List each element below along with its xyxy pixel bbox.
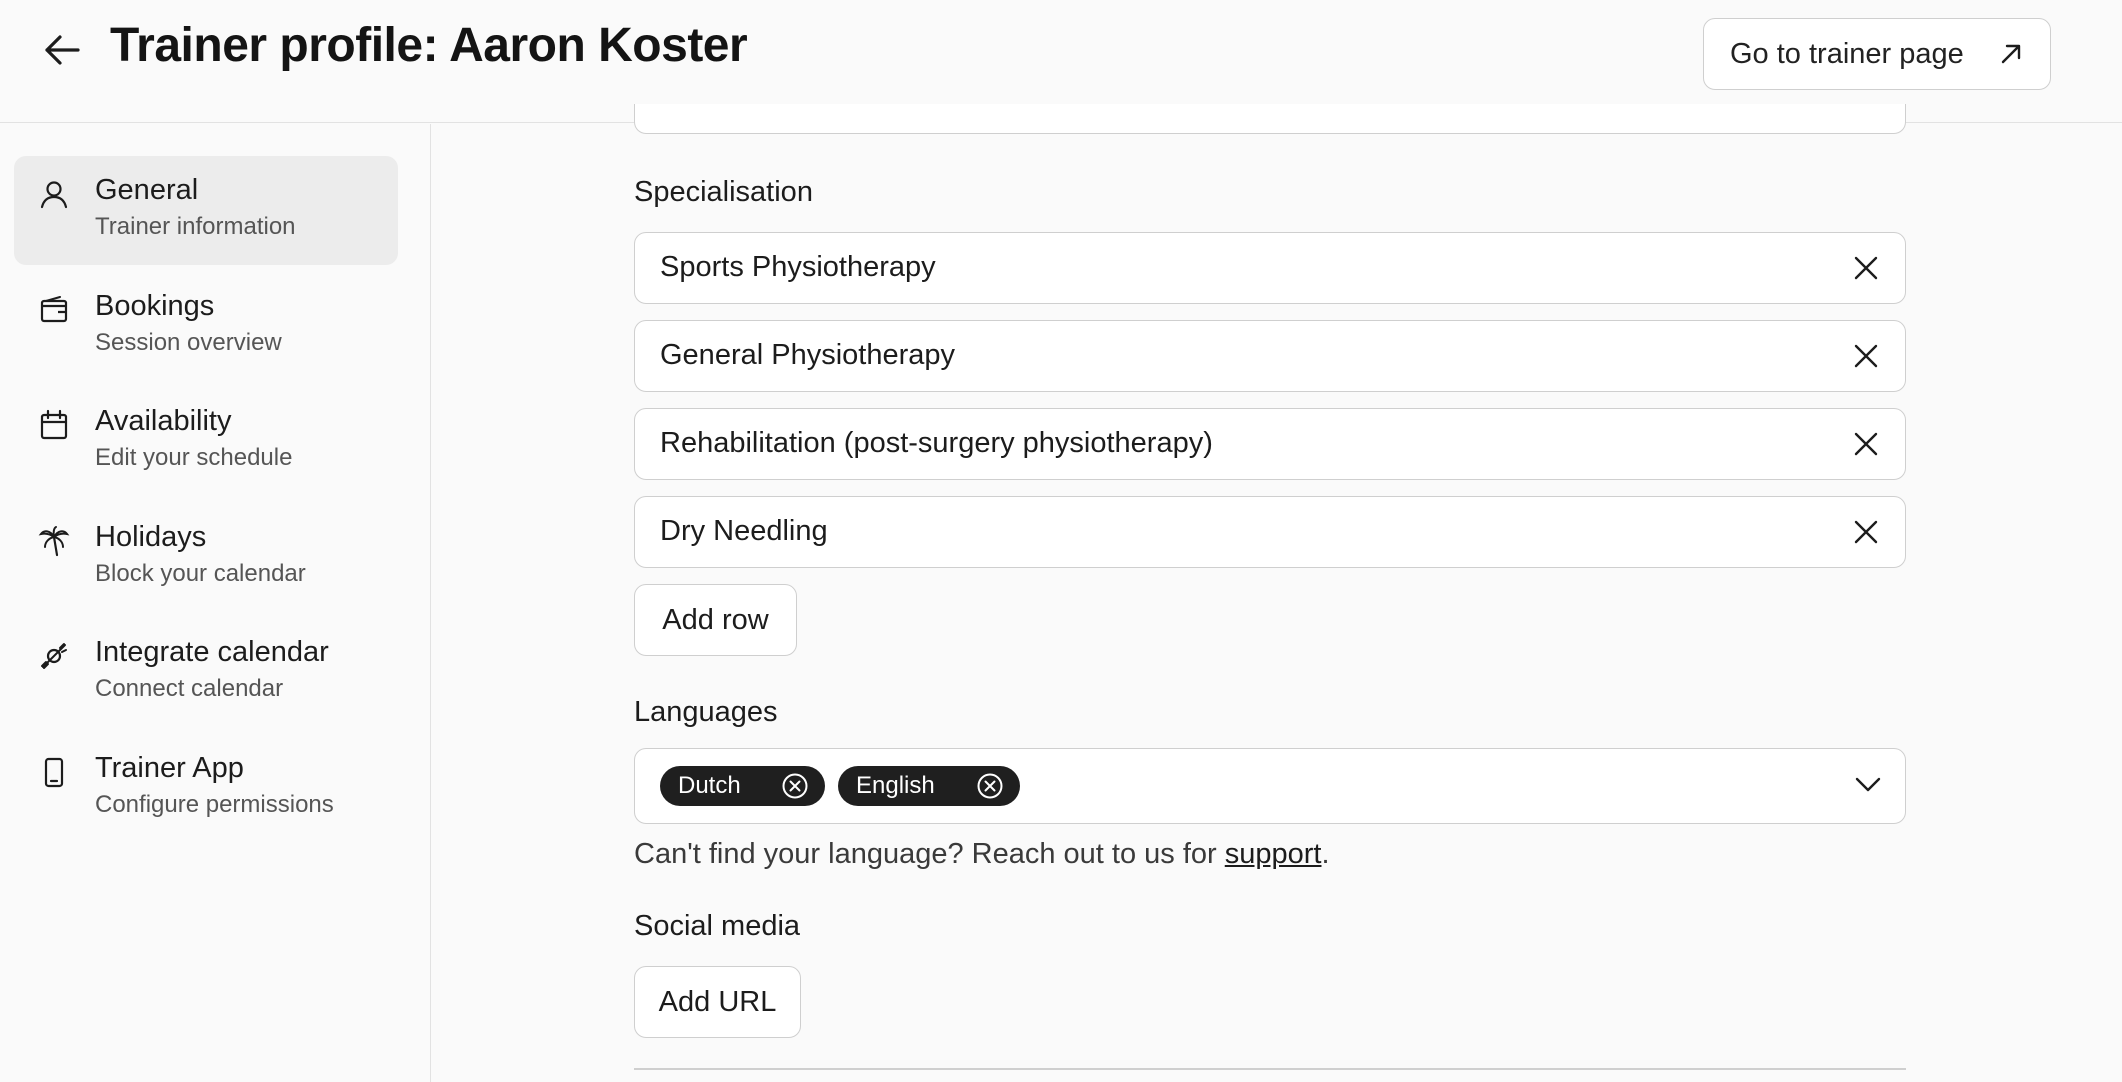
plug-icon [41,643,67,669]
language-chip: English [838,766,1020,806]
language-chip: Dutch [660,766,825,806]
specialisation-value: Sports Physiotherapy [660,251,936,283]
profile-form: Specialisation Sports Physiotherapy Gene… [432,104,2122,1082]
phone-icon [44,757,64,788]
sidebar-item-label: Availability [95,405,232,437]
remove-chip-icon[interactable] [781,772,809,800]
language-chip-label: English [856,772,935,799]
sidebar-item-sublabel: Session overview [95,329,282,356]
support-link[interactable]: support [1225,838,1322,870]
specialisation-row[interactable]: General Physiotherapy [634,320,1906,392]
user-icon [40,181,68,209]
language-chip-label: Dutch [678,772,741,799]
remove-row-button[interactable] [1849,251,1883,285]
back-button[interactable] [36,24,88,76]
specialisation-value: General Physiotherapy [660,339,955,371]
language-help-suffix: . [1321,838,1330,870]
section-divider [634,1068,1906,1070]
close-icon [1854,432,1878,456]
remove-chip-icon[interactable] [976,772,1004,800]
sidebar-item-label: Trainer App [95,752,244,784]
go-to-trainer-page-label: Go to trainer page [1730,37,1964,70]
arrow-left-icon [45,35,80,65]
page-title: Trainer profile: Aaron Koster [110,19,748,72]
sidebar-item-sublabel: Edit your schedule [95,444,293,471]
sidebar-item-label: Holidays [95,521,207,553]
specialisation-heading: Specialisation [634,176,813,208]
sidebar-item-availability[interactable]: Availability Edit your schedule [14,387,398,496]
previous-field-input[interactable] [634,104,1906,134]
scrollbar[interactable] [2108,124,2122,1082]
app-root: Trainer profile: Aaron Koster Go to trai… [0,0,2122,1082]
sidebar-nav: General Trainer information Bookings Ses… [0,124,431,1082]
close-icon [1854,256,1878,280]
sidebar-item-sublabel: Connect calendar [95,675,284,702]
language-help-text: Can't find your language? Reach out to u… [634,838,1330,871]
sidebar-item-label: Integrate calendar [95,636,329,668]
wallet-icon [40,296,68,323]
remove-row-button[interactable] [1849,427,1883,461]
specialisation-row[interactable]: Dry Needling [634,496,1906,568]
specialisation-row[interactable]: Rehabilitation (post-surgery physiothera… [634,408,1906,480]
sidebar-item-integrate-calendar[interactable]: Integrate calendar Connect calendar [14,618,398,727]
close-icon [1854,520,1878,544]
sidebar-item-trainer-app[interactable]: Trainer App Configure permissions [14,734,398,843]
sidebar-item-sublabel: Block your calendar [95,560,306,587]
sidebar-item-bookings[interactable]: Bookings Session overview [14,272,398,381]
sidebar-item-label: Bookings [95,290,215,322]
languages-multiselect[interactable]: Dutch English [634,748,1906,824]
palm-tree-icon [38,526,70,557]
sidebar-item-holidays[interactable]: Holidays Block your calendar [14,503,398,612]
sidebar-item-sublabel: Trainer information [95,213,296,240]
social-media-heading: Social media [634,910,801,942]
sidebar-item-label: General [95,174,199,206]
languages-heading: Languages [634,696,778,728]
specialisation-row[interactable]: Sports Physiotherapy [634,232,1906,304]
arrow-up-right-icon [2001,44,2021,64]
language-help-prefix: Can't find your language? Reach out to u… [634,838,1225,870]
remove-row-button[interactable] [1849,339,1883,373]
go-to-trainer-page-button[interactable]: Go to trainer page [1703,18,2051,90]
specialisation-value: Dry Needling [660,515,828,547]
remove-row-button[interactable] [1849,515,1883,549]
calendar-icon [40,409,68,440]
add-row-button[interactable]: Add row [634,584,797,656]
sidebar-item-sublabel: Configure permissions [95,791,334,818]
chevron-down-icon[interactable] [1855,775,1881,793]
close-icon [1854,344,1878,368]
specialisation-value: Rehabilitation (post-surgery physiothera… [660,427,1213,459]
add-url-button[interactable]: Add URL [634,966,801,1038]
sidebar-item-general[interactable]: General Trainer information [14,156,398,265]
